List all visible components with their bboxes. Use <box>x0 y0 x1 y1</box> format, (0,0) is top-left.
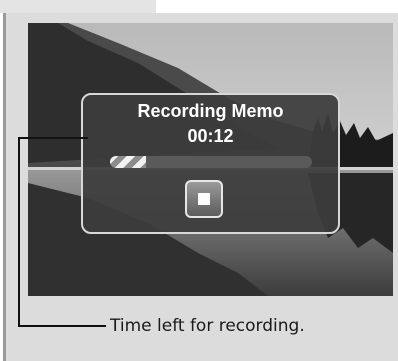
recording-dialog: Recording Memo 00:12 <box>81 93 340 234</box>
stop-icon <box>198 193 210 205</box>
callout-line-vertical <box>18 137 20 327</box>
callout-caption: Time left for recording. <box>110 316 305 336</box>
recording-time: 00:12 <box>187 126 234 146</box>
recording-progress-bar <box>110 156 312 168</box>
stop-button[interactable] <box>185 180 223 218</box>
callout-line-bottom <box>18 325 106 327</box>
callout-line <box>18 137 88 139</box>
progress-fill <box>110 156 147 168</box>
tab-strip <box>0 0 156 13</box>
dialog-title: Recording Memo <box>137 101 284 121</box>
